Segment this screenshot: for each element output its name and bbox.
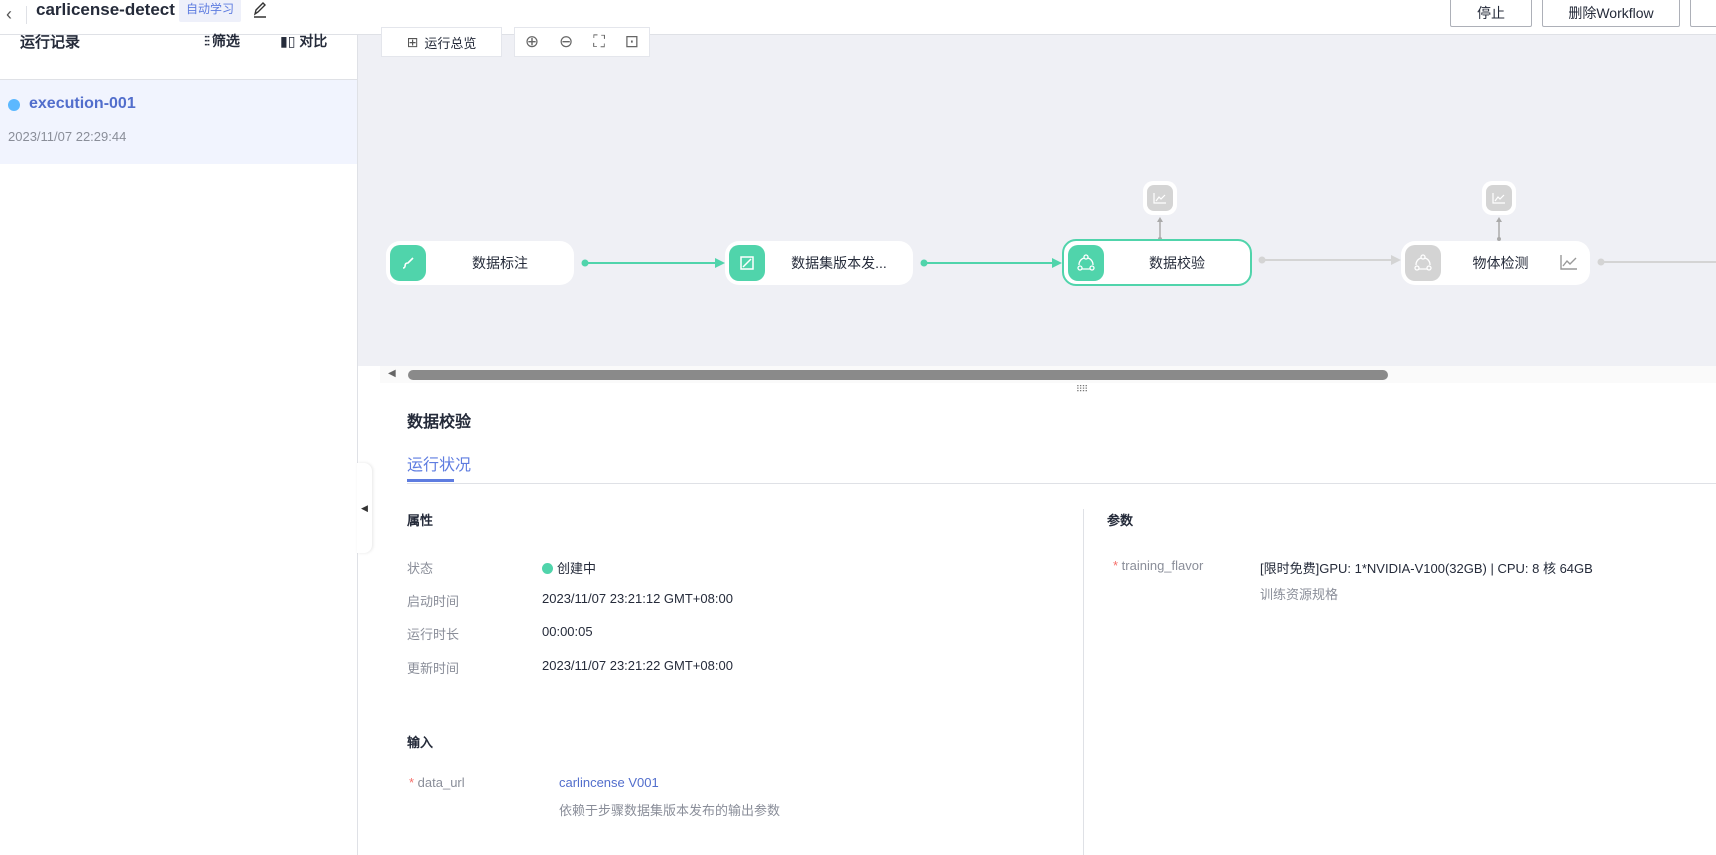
param-name: * training_flavor bbox=[1113, 558, 1204, 573]
header: ‹ carlicense-detect 自动学习 停止 删除Workflow bbox=[0, 0, 1716, 35]
tab-underline bbox=[407, 479, 454, 482]
collapse-sidebar-handle[interactable]: ◀ bbox=[357, 463, 372, 553]
param-desc: 训练资源规格 bbox=[1260, 587, 1339, 602]
edit-icon[interactable] bbox=[252, 0, 268, 21]
prop-label: 运行时长 bbox=[407, 627, 460, 642]
compare-button[interactable]: ▮▯ 对比 bbox=[280, 31, 327, 51]
divider bbox=[407, 483, 1716, 484]
compare-icon: ▮▯ bbox=[280, 33, 300, 49]
prop-value: 00:00:05 bbox=[542, 624, 593, 639]
horizontal-scrollbar[interactable]: ◀ bbox=[380, 366, 1716, 383]
scroll-left-icon[interactable]: ◀ bbox=[388, 368, 396, 379]
divider bbox=[26, 6, 27, 24]
input-value-link[interactable]: carlincense V001 bbox=[559, 775, 659, 790]
label-icon bbox=[390, 245, 426, 281]
sidebar: 运行记录 ⫶⫶ 筛选 ▮▯ 对比 execution-001 2023/11/0… bbox=[0, 33, 358, 855]
filter-icon: ⫶⫶ bbox=[204, 33, 212, 49]
resize-handle[interactable]: ⠿⠿ bbox=[1076, 384, 1088, 395]
prop-value: 2023/11/07 23:21:22 GMT+08:00 bbox=[542, 658, 733, 673]
sidebar-title: 运行记录 bbox=[20, 34, 81, 51]
execution-name: execution-001 bbox=[29, 95, 136, 112]
props-title: 属性 bbox=[407, 513, 434, 528]
params-title: 参数 bbox=[1107, 513, 1134, 528]
delete-workflow-button[interactable]: 删除Workflow bbox=[1542, 0, 1680, 27]
input-name: * data_url bbox=[409, 775, 465, 790]
workflow-canvas[interactable]: ⊞ 运行总览 ⊕ ⊖ ⛶ ⊡ 数据标注 数据集版本发... 数据校验 物体检测 bbox=[358, 27, 1716, 366]
detail-panel: ⠿⠿ 数据校验 运行状况 属性 状态 创建中 启动时间 2023/11/07 2… bbox=[380, 383, 1716, 855]
node-dataset-release[interactable]: 数据集版本发... bbox=[725, 241, 913, 285]
chart-icon bbox=[1486, 185, 1512, 211]
prop-label: 状态 bbox=[407, 561, 434, 576]
prop-label: 更新时间 bbox=[407, 661, 460, 676]
more-button[interactable] bbox=[1690, 0, 1716, 27]
prop-label: 启动时间 bbox=[407, 594, 460, 609]
status-value: 创建中 bbox=[542, 558, 596, 577]
chart-icon bbox=[1147, 185, 1173, 211]
chart-icon[interactable] bbox=[1560, 254, 1578, 273]
execution-list-item[interactable]: execution-001 2023/11/07 22:29:44 bbox=[0, 80, 357, 164]
input-desc: 依赖于步骤数据集版本发布的输出参数 bbox=[559, 803, 781, 818]
metrics-node[interactable] bbox=[1143, 181, 1177, 215]
stop-button[interactable]: 停止 bbox=[1450, 0, 1532, 27]
input-title: 输入 bbox=[407, 735, 434, 750]
node-data-labeling[interactable]: 数据标注 bbox=[386, 241, 574, 285]
detail-title: 数据校验 bbox=[407, 414, 472, 431]
node-data-validation[interactable]: 数据校验 bbox=[1062, 239, 1252, 286]
tab-run-status[interactable]: 运行状况 bbox=[407, 451, 471, 475]
workflow-title: carlicense-detect bbox=[36, 0, 175, 19]
prop-value: 2023/11/07 23:21:12 GMT+08:00 bbox=[542, 591, 733, 606]
node-object-detection[interactable]: 物体检测 bbox=[1401, 241, 1590, 285]
dataset-icon bbox=[729, 245, 765, 281]
filter-button[interactable]: ⫶⫶ 筛选 bbox=[204, 31, 240, 51]
workflow-tag: 自动学习 bbox=[179, 0, 242, 22]
back-icon[interactable]: ‹ bbox=[6, 4, 12, 25]
metrics-node[interactable] bbox=[1482, 181, 1516, 215]
status-dot bbox=[542, 563, 553, 574]
detection-icon bbox=[1405, 245, 1441, 281]
status-dot bbox=[8, 99, 20, 111]
execution-time: 2023/11/07 22:29:44 bbox=[8, 129, 127, 144]
divider bbox=[1083, 509, 1084, 855]
scrollbar-thumb[interactable] bbox=[408, 370, 1388, 380]
validation-icon bbox=[1068, 244, 1104, 281]
param-value: [限时免费]GPU: 1*NVIDIA-V100(32GB) | CPU: 8 … bbox=[1260, 561, 1593, 576]
